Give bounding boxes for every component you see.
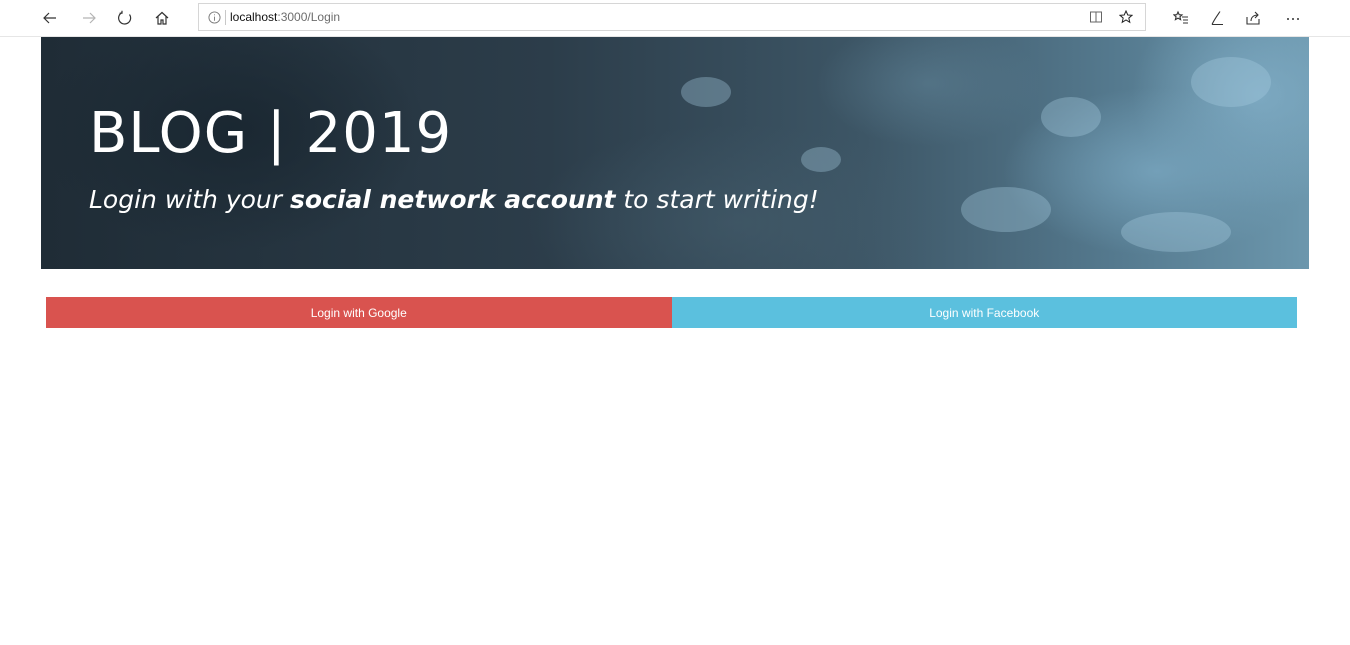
hero-texture [1121, 212, 1231, 252]
login-buttons: Login with Google Login with Facebook [46, 297, 1297, 328]
browser-toolbar: localhost:3000/Login [0, 0, 1350, 37]
url-host: localhost [230, 10, 278, 24]
hero-texture [681, 77, 731, 107]
favorites-list-icon[interactable] [1167, 4, 1195, 32]
page-title: BLOG | 2019 [89, 101, 453, 166]
page-subtitle: Login with your social network account t… [89, 183, 819, 217]
star-icon[interactable] [1117, 8, 1135, 26]
hero-texture [1041, 97, 1101, 137]
subtitle-emphasis: social network account [289, 185, 616, 214]
home-icon[interactable] [148, 4, 176, 32]
login-google-button[interactable]: Login with Google [46, 297, 672, 328]
url-path: :3000/Login [277, 10, 341, 24]
forward-arrow-icon[interactable] [75, 4, 103, 32]
reading-view-icon[interactable] [1087, 8, 1105, 26]
address-bar[interactable]: localhost:3000/Login [198, 3, 1146, 31]
pen-icon[interactable] [1203, 4, 1231, 32]
address-url[interactable]: localhost:3000/Login [230, 10, 340, 25]
refresh-icon[interactable] [111, 4, 139, 32]
subtitle-prefix: Login with your [89, 185, 290, 214]
share-icon[interactable] [1239, 4, 1267, 32]
address-separator [225, 10, 226, 25]
hero-texture [801, 147, 841, 172]
hero-texture [961, 187, 1051, 232]
hero-texture [1191, 57, 1271, 107]
login-facebook-button[interactable]: Login with Facebook [671, 297, 1297, 328]
subtitle-suffix: to start writing! [615, 185, 819, 214]
info-icon[interactable] [207, 10, 221, 24]
back-arrow-icon[interactable] [36, 4, 64, 32]
more-icon[interactable] [1279, 4, 1307, 32]
hero-banner: BLOG | 2019 Login with your social netwo… [41, 37, 1309, 269]
